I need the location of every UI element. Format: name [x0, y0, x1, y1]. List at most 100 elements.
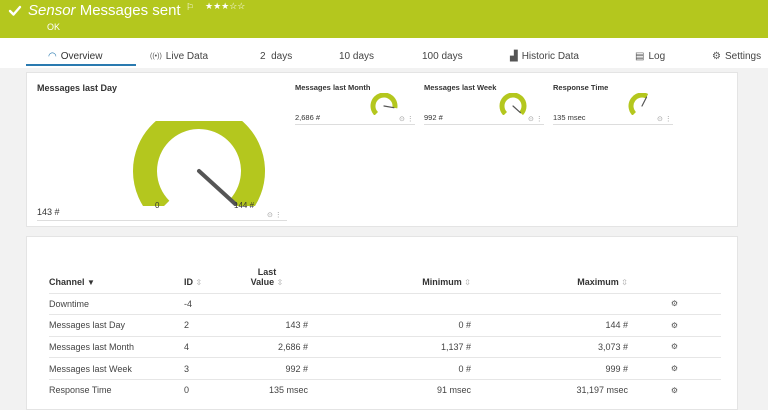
column-header-channel[interactable]: Channel ▼ — [49, 263, 184, 293]
header-label: Minimum — [422, 276, 462, 287]
tab-log[interactable]: ▤ Log — [635, 51, 665, 62]
channels-panel: Channel ▼ ID ⇳ Last Value ⇳ Minimum ⇳ Ma… — [26, 236, 738, 410]
last-value-cell: 992 # — [226, 357, 308, 380]
table-row[interactable]: Response Time 0 135 msec 91 msec 31,197 msec… — [49, 378, 721, 401]
mini-gauge-title: Response Time — [553, 83, 609, 92]
table-row[interactable]: Messages last Day 2 143 #0 #144 # ⚙ — [49, 314, 721, 337]
column-header-last-value[interactable]: Last Value ⇳ — [226, 263, 308, 293]
tab-bar: ◠ Overview ((•)) Live Data 2 days 10 day… — [0, 38, 768, 68]
column-header-minimum[interactable]: Minimum ⇳ — [308, 263, 471, 293]
id-cell: 4 — [184, 335, 226, 358]
sensor-type: Sensor — [28, 2, 76, 19]
mini-gauge-dial — [628, 93, 649, 115]
gauge-icon: ◠ — [48, 51, 57, 62]
channel-cell: Messages last Day — [49, 314, 184, 337]
gauge-fill-arc — [133, 121, 265, 206]
tab-label: Settings — [724, 51, 762, 62]
header-label: Maximum — [577, 276, 619, 287]
channel-cell: Messages last Month — [49, 335, 184, 358]
channel-settings-icon[interactable]: ⚙ — [628, 292, 721, 315]
table-row[interactable]: Downtime -4 ⚙ — [49, 292, 721, 315]
channel-settings-icon[interactable]: ⚙ — [628, 314, 721, 337]
gauge-fill-arc — [499, 93, 527, 115]
column-header-id[interactable]: ID ⇳ — [184, 263, 226, 293]
id-cell: -4 — [184, 292, 226, 315]
gauge-fill-arc — [370, 93, 398, 115]
last-value-cell — [226, 292, 308, 315]
mini-gauge-dial — [370, 93, 398, 115]
sort-icon: ⇳ — [464, 277, 471, 287]
area-chart-icon: ▟ — [510, 51, 518, 62]
gauge-settings-icon[interactable]: ⊙ ⋮ — [528, 115, 543, 123]
gauge-needle — [197, 169, 238, 206]
channels-table: Channel ▼ ID ⇳ Last Value ⇳ Minimum ⇳ Ma… — [49, 263, 721, 401]
header-label: Channel — [49, 276, 85, 287]
minimum-cell: 0 # — [308, 314, 471, 337]
main-gauge-title: Messages last Day — [37, 83, 118, 93]
maximum-cell: 144 # — [471, 314, 628, 337]
check-icon — [8, 5, 22, 16]
active-tab-indicator — [26, 64, 136, 66]
main-gauge-min: 0 — [155, 201, 160, 210]
tab-10-days[interactable]: 10 days — [339, 51, 374, 62]
minimum-cell: 91 msec — [308, 378, 471, 401]
main-gauge-max: 144 # — [234, 201, 255, 210]
gauge-settings-icon[interactable]: ⊙ ⋮ — [399, 115, 414, 123]
tab-2-days[interactable]: 2 days — [260, 51, 292, 62]
mini-gauge-response: Response Time 135 msec ⊙ ⋮ — [553, 81, 675, 129]
sensor-name: Messages sent — [79, 2, 181, 19]
tab-live-data[interactable]: ((•)) Live Data — [150, 51, 208, 62]
gauge-settings-icon[interactable]: ⊙ ⋮ — [267, 211, 282, 219]
tab-label: 10 days — [339, 51, 375, 62]
mini-gauge-title: Messages last Week — [424, 83, 497, 92]
gauge-needle — [383, 105, 395, 109]
channel-settings-icon[interactable]: ⚙ — [628, 378, 721, 401]
maximum-cell: 999 # — [471, 357, 628, 380]
priority-stars[interactable]: ★★★☆☆ — [205, 1, 245, 12]
gauge-needle — [641, 96, 648, 107]
sort-icon: ⇳ — [195, 277, 203, 287]
last-value-cell: 143 # — [226, 314, 308, 337]
table-row[interactable]: Messages last Week 3 992 #0 #999 # ⚙ — [49, 357, 721, 380]
broadcast-icon: ((•)) — [150, 53, 162, 60]
sort-desc-icon: ▼ — [87, 277, 95, 287]
tab-overview[interactable]: ◠ Overview — [48, 51, 102, 62]
channel-cell: Messages last Week — [49, 357, 184, 380]
tab-settings[interactable]: ⚙ Settings — [712, 51, 761, 62]
channel-settings-icon[interactable]: ⚙ — [628, 357, 721, 380]
header-label: ID — [184, 276, 193, 287]
minimum-cell: 0 # — [308, 357, 471, 380]
header-label: Value — [250, 276, 275, 287]
channel-settings-icon[interactable]: ⚙ — [628, 335, 721, 358]
channel-cell: Downtime — [49, 292, 184, 315]
tab-label: Overview — [60, 51, 103, 62]
status-text: OK — [47, 22, 61, 32]
tab-historic-data[interactable]: ▟ Historic Data — [510, 51, 579, 62]
column-header-actions — [628, 263, 721, 293]
flag-icon[interactable]: ⚐ — [186, 2, 194, 13]
tab-label: Historic Data — [521, 51, 579, 62]
column-header-maximum[interactable]: Maximum ⇳ — [471, 263, 628, 293]
main-gauge-value: 143 # — [37, 207, 60, 217]
log-icon: ▤ — [635, 51, 645, 62]
last-value-cell: 2,686 # — [226, 335, 308, 358]
sort-icon: ⇳ — [621, 277, 628, 287]
table-row[interactable]: Messages last Month 4 2,686 #1,137 #3,073 … — [49, 335, 721, 358]
tab-label: 2 days — [260, 51, 293, 62]
mini-gauge-week: Messages last Week 992 # ⊙ ⋮ — [424, 81, 546, 129]
sensor-header: Sensor Messages sent ⚐ ★★★☆☆ OK — [0, 0, 768, 38]
maximum-cell — [471, 292, 628, 315]
maximum-cell: 31,197 msec — [471, 378, 628, 401]
divider — [424, 124, 544, 125]
tab-100-days[interactable]: 100 days — [422, 51, 463, 62]
table-header-row: Channel ▼ ID ⇳ Last Value ⇳ Minimum ⇳ Ma… — [49, 263, 721, 293]
tab-label: Live Data — [165, 51, 209, 62]
channel-cell: Response Time — [49, 378, 184, 401]
gauge-settings-icon[interactable]: ⊙ ⋮ — [657, 115, 672, 123]
mini-gauge-month: Messages last Month 2,686 # ⊙ ⋮ — [295, 81, 417, 129]
id-cell: 2 — [184, 314, 226, 337]
minimum-cell: 1,137 # — [308, 335, 471, 358]
mini-gauge-dial — [499, 93, 527, 115]
gear-icon: ⚙ — [712, 51, 721, 62]
sort-icon: ⇳ — [276, 277, 284, 287]
